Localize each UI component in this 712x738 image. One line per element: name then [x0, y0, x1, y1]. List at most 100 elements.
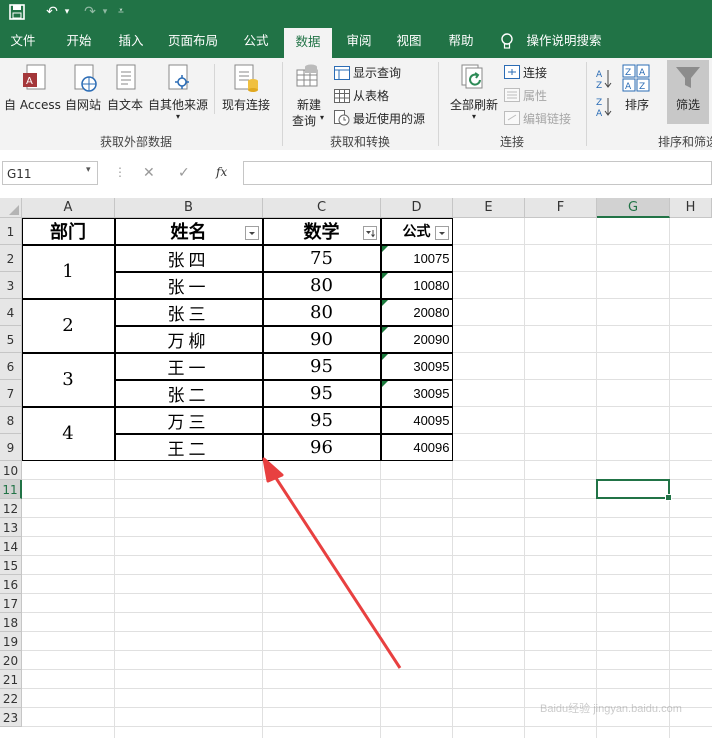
save-icon[interactable]: [6, 2, 28, 22]
math-cell[interactable]: 95: [262, 379, 381, 407]
math-cell[interactable]: 95: [262, 352, 381, 380]
name-cell[interactable]: 张一: [114, 271, 263, 299]
row-header-23[interactable]: 23: [0, 708, 22, 727]
tab-home[interactable]: 开始: [56, 24, 102, 58]
row-header-3[interactable]: 3: [0, 272, 22, 299]
other-sources-dropdown-icon[interactable]: ▾: [176, 112, 180, 121]
math-cell[interactable]: 95: [262, 406, 381, 434]
show-queries-button[interactable]: 显示查询: [353, 64, 401, 81]
row-header-9[interactable]: 9: [0, 434, 22, 461]
math-cell[interactable]: 75: [262, 244, 381, 272]
lightbulb-icon[interactable]: [494, 24, 520, 58]
row-header-19[interactable]: 19: [0, 632, 22, 651]
formula-bar-grip-icon[interactable]: ⋮: [114, 165, 126, 179]
filter-dropdown-button[interactable]: [362, 225, 377, 240]
redo-icon[interactable]: ↷: [80, 2, 100, 22]
fill-handle[interactable]: [665, 494, 672, 501]
row-header-5[interactable]: 5: [0, 326, 22, 353]
column-header-e[interactable]: E: [453, 198, 525, 218]
row-header-11[interactable]: 11: [0, 480, 22, 499]
row-header-6[interactable]: 6: [0, 353, 22, 380]
row-header-16[interactable]: 16: [0, 575, 22, 594]
from-other-sources-button[interactable]: 自其他来源: [148, 96, 208, 113]
row-header-22[interactable]: 22: [0, 689, 22, 708]
formula-cell[interactable]: 30095: [380, 352, 453, 380]
column-header-c[interactable]: C: [263, 198, 381, 218]
tab-view[interactable]: 视图: [386, 24, 432, 58]
name-box-dropdown-icon[interactable]: ▾: [86, 165, 91, 175]
from-web-button[interactable]: 自网站: [65, 96, 101, 113]
connections-button[interactable]: 连接: [523, 64, 547, 81]
tab-review[interactable]: 审阅: [336, 24, 382, 58]
tab-insert[interactable]: 插入: [108, 24, 154, 58]
row-header-4[interactable]: 4: [0, 299, 22, 326]
from-text-button[interactable]: 自文本: [107, 96, 143, 113]
refresh-all-button[interactable]: 全部刷新: [450, 96, 498, 113]
filter-dropdown-button[interactable]: [244, 225, 259, 240]
row-header-8[interactable]: 8: [0, 407, 22, 434]
dept-cell[interactable]: 4: [21, 406, 115, 461]
math-cell[interactable]: 80: [262, 271, 381, 299]
formula-cell[interactable]: 20080: [380, 298, 453, 326]
column-header-g[interactable]: G: [597, 198, 670, 218]
select-all-corner[interactable]: [0, 198, 22, 218]
formula-cell[interactable]: 10075: [380, 244, 453, 272]
row-header-21[interactable]: 21: [0, 670, 22, 689]
tab-file[interactable]: 文件: [0, 24, 46, 58]
header-cell-name[interactable]: 姓名: [114, 217, 263, 245]
existing-connections-button[interactable]: 现有连接: [222, 96, 270, 113]
redo-dropdown-icon[interactable]: ▾: [100, 2, 110, 22]
row-header-15[interactable]: 15: [0, 556, 22, 575]
column-header-d[interactable]: D: [381, 198, 453, 218]
row-header-12[interactable]: 12: [0, 499, 22, 518]
row-header-18[interactable]: 18: [0, 613, 22, 632]
edit-links-button[interactable]: 编辑链接: [523, 110, 571, 127]
column-header-b[interactable]: B: [115, 198, 263, 218]
formula-input[interactable]: [243, 161, 712, 185]
refresh-all-dropdown-icon[interactable]: ▾: [472, 112, 476, 121]
enter-icon[interactable]: ✓: [178, 165, 190, 181]
tab-help[interactable]: 帮助: [438, 24, 484, 58]
formula-cell[interactable]: 20090: [380, 325, 453, 353]
row-header-20[interactable]: 20: [0, 651, 22, 670]
name-box[interactable]: G11: [2, 161, 98, 185]
undo-dropdown-icon[interactable]: ▾: [62, 2, 72, 22]
selected-cell-g11[interactable]: [596, 479, 672, 501]
formula-cell[interactable]: 30095: [380, 379, 453, 407]
filter-button[interactable]: 筛选: [676, 96, 700, 113]
name-cell[interactable]: 张二: [114, 379, 263, 407]
tab-data[interactable]: 数据: [284, 28, 332, 58]
name-cell[interactable]: 万柳: [114, 325, 263, 353]
insert-function-icon[interactable]: fx: [216, 165, 227, 179]
formula-cell[interactable]: 10080: [380, 271, 453, 299]
new-query-label-1[interactable]: 新建: [297, 96, 321, 113]
properties-button[interactable]: 属性: [523, 87, 547, 104]
name-cell[interactable]: 张四: [114, 244, 263, 272]
math-cell[interactable]: 96: [262, 433, 381, 461]
from-access-button[interactable]: 自 Access: [4, 96, 61, 113]
tab-page-layout[interactable]: 页面布局: [160, 24, 226, 58]
row-header-13[interactable]: 13: [0, 518, 22, 537]
formula-cell[interactable]: 40096: [380, 433, 453, 461]
row-header-10[interactable]: 10: [0, 461, 22, 480]
undo-icon[interactable]: ↶: [42, 2, 62, 22]
name-cell[interactable]: 张三: [114, 298, 263, 326]
filter-dropdown-button[interactable]: [434, 225, 449, 240]
row-header-7[interactable]: 7: [0, 380, 22, 407]
dept-cell[interactable]: 3: [21, 352, 115, 407]
row-header-2[interactable]: 2: [0, 245, 22, 272]
dept-cell[interactable]: 1: [21, 244, 115, 299]
header-cell-formula[interactable]: 公式: [380, 217, 453, 245]
new-query-dropdown-icon[interactable]: ▾: [320, 113, 324, 122]
math-cell[interactable]: 80: [262, 298, 381, 326]
formula-cell[interactable]: 40095: [380, 406, 453, 434]
row-header-1[interactable]: 1: [0, 218, 22, 245]
dept-cell[interactable]: 2: [21, 298, 115, 353]
customize-qat-icon[interactable]: ⩡: [114, 2, 128, 22]
column-header-a[interactable]: A: [22, 198, 115, 218]
name-cell[interactable]: 王二: [114, 433, 263, 461]
sort-button[interactable]: 排序: [625, 96, 649, 113]
tab-formulas[interactable]: 公式: [232, 24, 280, 58]
header-cell-dept[interactable]: 部门: [21, 217, 115, 245]
sort-az-icon[interactable]: AZ: [596, 68, 612, 94]
